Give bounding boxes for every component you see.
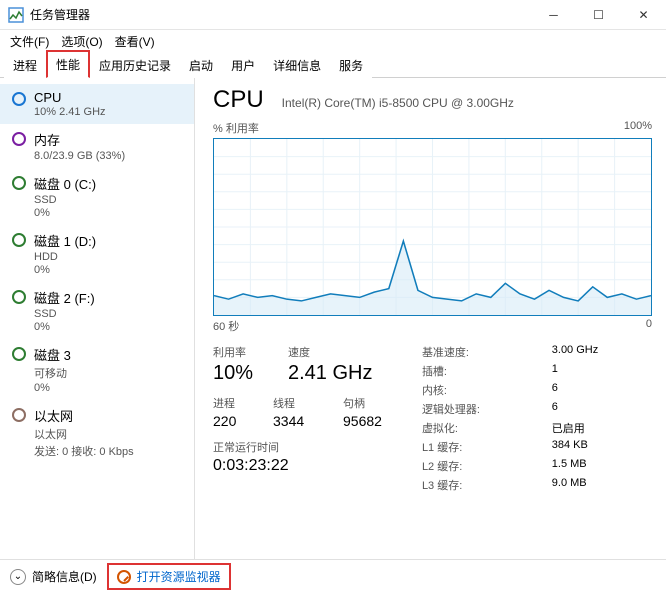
sidebar-item-2[interactable]: 磁盘 0 (C:)SSD0%: [0, 168, 194, 225]
main-panel: CPU Intel(R) Core(TM) i5-8500 CPU @ 3.00…: [195, 78, 666, 559]
handle-value: 95682: [343, 413, 382, 429]
base-speed-value: 3.00 GHz: [552, 344, 652, 360]
tab-users[interactable]: 用户: [222, 52, 264, 78]
handle-label: 句柄: [343, 395, 365, 411]
l2-value: 1.5 MB: [552, 458, 652, 474]
sidebar-item-name: 磁盘 2 (F:): [34, 288, 95, 307]
thread-label: 线程: [273, 395, 323, 411]
activity-ring-icon: [12, 290, 26, 304]
sidebar-item-sub: HDD: [34, 251, 96, 263]
chart-y-max: 100%: [624, 120, 652, 136]
open-resource-monitor-link[interactable]: 打开资源监视器: [107, 563, 231, 590]
sidebar-item-sub: 可移动: [34, 365, 71, 381]
sidebar-item-sub2: 0%: [34, 264, 96, 276]
sidebar-item-name: 以太网: [34, 406, 134, 425]
sidebar-item-name: 内存: [34, 130, 125, 149]
sidebar-item-3[interactable]: 磁盘 1 (D:)HDD0%: [0, 225, 194, 282]
chart-x-right: 0: [646, 318, 652, 334]
uptime-label: 正常运行时间: [213, 439, 382, 455]
menu-file[interactable]: 文件(F): [6, 31, 53, 52]
sidebar-item-sub: 8.0/23.9 GB (33%): [34, 150, 125, 162]
open-resource-monitor-label: 打开资源监视器: [137, 568, 221, 585]
sidebar-item-sub: SSD: [34, 194, 96, 206]
titlebar: 任务管理器 ─ ☐ ✕: [0, 0, 666, 30]
sidebar-item-name: 磁盘 1 (D:): [34, 231, 96, 250]
tab-app-history[interactable]: 应用历史记录: [90, 52, 180, 78]
lproc-label: 逻辑处理器:: [422, 401, 534, 417]
sidebar-item-1[interactable]: 内存8.0/23.9 GB (33%): [0, 124, 194, 168]
menu-view[interactable]: 查看(V): [111, 31, 159, 52]
virt-label: 虚拟化:: [422, 420, 534, 436]
menubar: 文件(F) 选项(O) 查看(V): [0, 30, 666, 52]
l1-label: L1 缓存:: [422, 439, 534, 455]
sidebar-item-name: 磁盘 3: [34, 345, 71, 364]
menu-options[interactable]: 选项(O): [57, 31, 106, 52]
sidebar-item-sub: SSD: [34, 308, 95, 320]
proc-label: 进程: [213, 395, 253, 411]
sidebar-item-sub2: 0%: [34, 382, 71, 394]
l1-value: 384 KB: [552, 439, 652, 455]
sidebar-item-5[interactable]: 磁盘 3可移动0%: [0, 339, 194, 400]
cpu-model: Intel(R) Core(TM) i5-8500 CPU @ 3.00GHz: [282, 96, 514, 110]
util-value: 10%: [213, 362, 268, 385]
l2-label: L2 缓存:: [422, 458, 534, 474]
maximize-button[interactable]: ☐: [576, 0, 621, 29]
activity-ring-icon: [12, 92, 26, 106]
sockets-value: 1: [552, 363, 652, 379]
footer: ⌄ 简略信息(D) 打开资源监视器: [0, 559, 666, 593]
tab-startup[interactable]: 启动: [180, 52, 222, 78]
page-title: CPU: [213, 86, 264, 114]
uptime-value: 0:03:23:22: [213, 457, 382, 475]
activity-ring-icon: [12, 132, 26, 146]
activity-ring-icon: [12, 233, 26, 247]
cores-value: 6: [552, 382, 652, 398]
sidebar-item-sub2: 发送: 0 接收: 0 Kbps: [34, 443, 134, 459]
thread-value: 3344: [273, 413, 323, 429]
lproc-value: 6: [552, 401, 652, 417]
sidebar-item-name: 磁盘 0 (C:): [34, 174, 96, 193]
speed-value: 2.41 GHz: [288, 362, 372, 385]
activity-ring-icon: [12, 176, 26, 190]
l3-label: L3 缓存:: [422, 477, 534, 493]
sidebar-item-0[interactable]: CPU10% 2.41 GHz: [0, 84, 194, 124]
sidebar-item-4[interactable]: 磁盘 2 (F:)SSD0%: [0, 282, 194, 339]
cores-label: 内核:: [422, 382, 534, 398]
sidebar-item-6[interactable]: 以太网以太网发送: 0 接收: 0 Kbps: [0, 400, 194, 465]
chart-x-left: 60 秒: [213, 318, 239, 334]
util-label: 利用率: [213, 344, 268, 360]
window-title: 任务管理器: [30, 6, 531, 23]
sidebar-item-sub: 以太网: [34, 426, 134, 442]
fewer-details-label: 简略信息(D): [32, 568, 97, 585]
base-speed-label: 基准速度:: [422, 344, 534, 360]
tab-details[interactable]: 详细信息: [264, 52, 330, 78]
app-icon: [8, 7, 24, 23]
sidebar-item-sub2: 0%: [34, 321, 95, 333]
minimize-button[interactable]: ─: [531, 0, 576, 29]
tab-performance[interactable]: 性能: [46, 50, 90, 78]
activity-ring-icon: [12, 408, 26, 422]
l3-value: 9.0 MB: [552, 477, 652, 493]
tabs: 进程 性能 应用历史记录 启动 用户 详细信息 服务: [0, 52, 666, 78]
cpu-chart: [213, 138, 652, 316]
sidebar-item-sub: 10% 2.41 GHz: [34, 106, 106, 118]
fewer-details-button[interactable]: ⌄ 简略信息(D): [10, 568, 97, 585]
chevron-down-icon: ⌄: [10, 569, 26, 585]
sidebar: CPU10% 2.41 GHz内存8.0/23.9 GB (33%)磁盘 0 (…: [0, 78, 195, 559]
proc-value: 220: [213, 413, 253, 429]
sockets-label: 插槽:: [422, 363, 534, 379]
sidebar-item-name: CPU: [34, 90, 106, 105]
close-button[interactable]: ✕: [621, 0, 666, 29]
resource-monitor-icon: [117, 570, 131, 584]
tab-processes[interactable]: 进程: [4, 52, 46, 78]
activity-ring-icon: [12, 347, 26, 361]
speed-label: 速度: [288, 344, 310, 360]
chart-y-label: % 利用率: [213, 120, 259, 136]
virt-value: 已启用: [552, 420, 652, 436]
tab-services[interactable]: 服务: [330, 52, 372, 78]
sidebar-item-sub2: 0%: [34, 207, 96, 219]
